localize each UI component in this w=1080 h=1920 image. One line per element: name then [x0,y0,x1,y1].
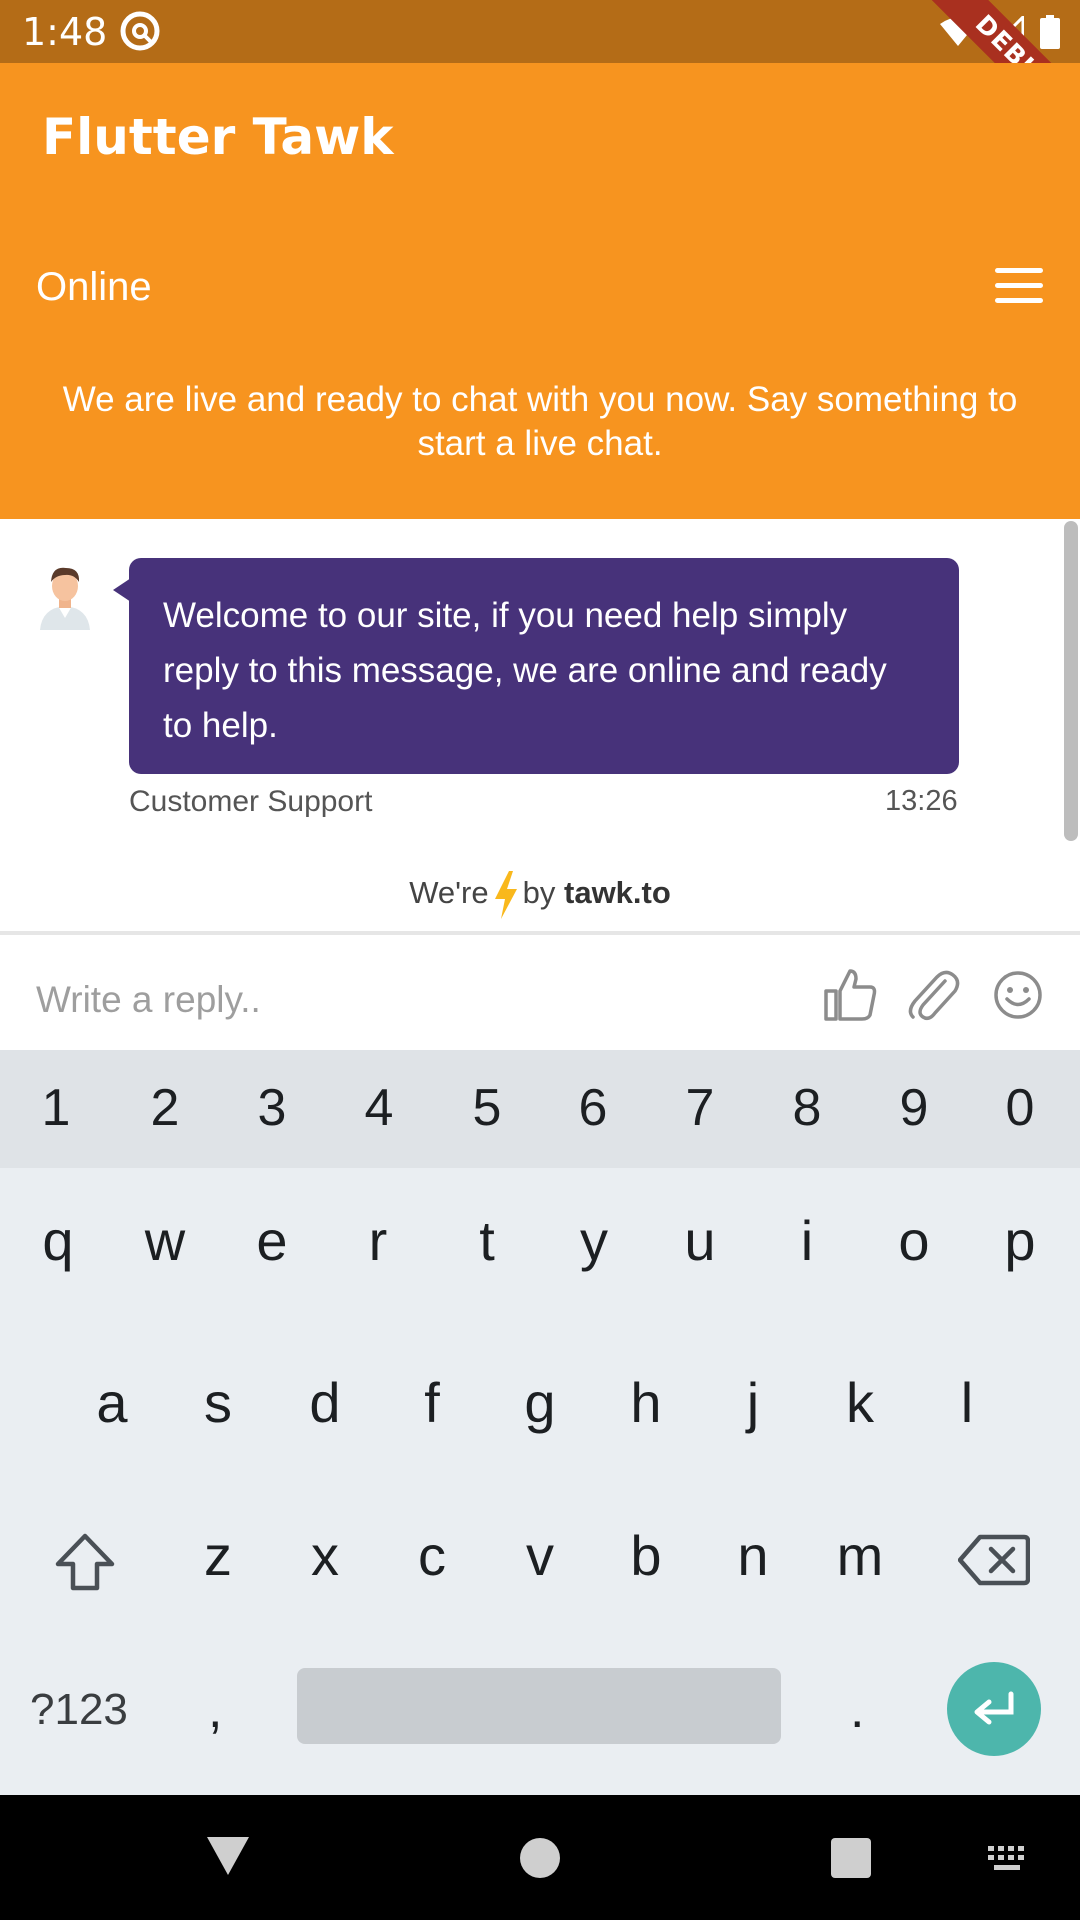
paperclip-icon[interactable] [905,967,961,1023]
back-icon[interactable] [205,1835,251,1877]
signal-icon [992,16,1024,48]
message-text: Welcome to our site, if you need help si… [163,596,887,745]
online-status: Online [36,265,152,309]
key-i[interactable]: i [753,1208,861,1273]
key-l[interactable]: l [913,1370,1021,1435]
menu-icon-bar [995,283,1043,288]
key-h[interactable]: h [592,1370,700,1435]
key-e[interactable]: e [218,1208,326,1273]
powered-by[interactable]: We're by tawk.to [0,871,1080,919]
tawk-brand-link[interactable]: tawk.to [564,875,671,910]
key-7[interactable]: 7 [646,1078,754,1138]
key-2[interactable]: 2 [111,1078,219,1138]
enter-icon [974,1691,1014,1725]
key-w[interactable]: w [111,1208,219,1273]
status-icons [940,10,1060,54]
enter-key[interactable] [947,1662,1041,1756]
key-p[interactable]: p [966,1208,1074,1273]
recents-icon[interactable] [831,1838,871,1878]
key-j[interactable]: j [699,1370,807,1435]
at-sign-icon [120,11,160,51]
menu-button[interactable] [995,268,1045,303]
key-g[interactable]: g [486,1370,594,1435]
powered-by-text: by [522,875,556,911]
wifi-icon [940,17,976,46]
key-1[interactable]: 1 [2,1078,110,1138]
message-time: 13:26 [885,785,958,817]
key-y[interactable]: y [540,1208,648,1273]
thumbs-up-icon[interactable] [822,967,878,1023]
key-n[interactable]: n [699,1523,807,1588]
key-t[interactable]: t [433,1208,541,1273]
key-f[interactable]: f [378,1370,486,1435]
scrollbar[interactable] [1064,521,1078,841]
key-3[interactable]: 3 [218,1078,326,1138]
backspace-icon[interactable] [958,1533,1030,1587]
key-s[interactable]: s [164,1370,272,1435]
key-k[interactable]: k [806,1370,914,1435]
agent-avatar [40,567,90,630]
key-o[interactable]: o [860,1208,968,1273]
key-q[interactable]: q [4,1208,112,1273]
battery-icon [1040,15,1060,49]
powered-prefix: We're [409,875,489,911]
key-5[interactable]: 5 [433,1078,541,1138]
keyboard-switch-icon[interactable] [986,1844,1030,1874]
key-v[interactable]: v [486,1523,594,1588]
lightning-icon [494,871,517,919]
menu-icon-bar [995,298,1043,303]
key-x[interactable]: x [271,1523,379,1588]
home-icon[interactable] [520,1838,560,1878]
app-title: Flutter Tawk [42,108,394,166]
space-key[interactable] [297,1668,781,1744]
key-b[interactable]: b [592,1523,700,1588]
key-9[interactable]: 9 [860,1078,968,1138]
reply-input[interactable] [36,975,796,1025]
intro-text: We are live and ready to chat with you n… [62,380,1018,463]
status-time: 1:48 [22,10,108,54]
key-u[interactable]: u [646,1208,754,1273]
key-0[interactable]: 0 [966,1078,1074,1138]
key-8[interactable]: 8 [753,1078,861,1138]
shift-icon[interactable] [52,1530,118,1596]
key-d[interactable]: d [271,1370,379,1435]
period-key[interactable]: . [850,1680,864,1740]
menu-icon-bar [995,268,1043,273]
key-4[interactable]: 4 [325,1078,433,1138]
key-6[interactable]: 6 [539,1078,647,1138]
key-m[interactable]: m [806,1523,914,1588]
key-z[interactable]: z [164,1523,272,1588]
message-bubble: Welcome to our site, if you need help si… [129,558,959,774]
comma-key[interactable]: , [208,1680,222,1740]
status-bar [0,0,1080,63]
symbols-key[interactable]: ?123 [30,1685,128,1735]
key-r[interactable]: r [324,1208,432,1273]
emoji-icon[interactable] [990,967,1046,1023]
key-a[interactable]: a [58,1370,166,1435]
message-sender: Customer Support [129,785,373,818]
key-c[interactable]: c [378,1523,486,1588]
